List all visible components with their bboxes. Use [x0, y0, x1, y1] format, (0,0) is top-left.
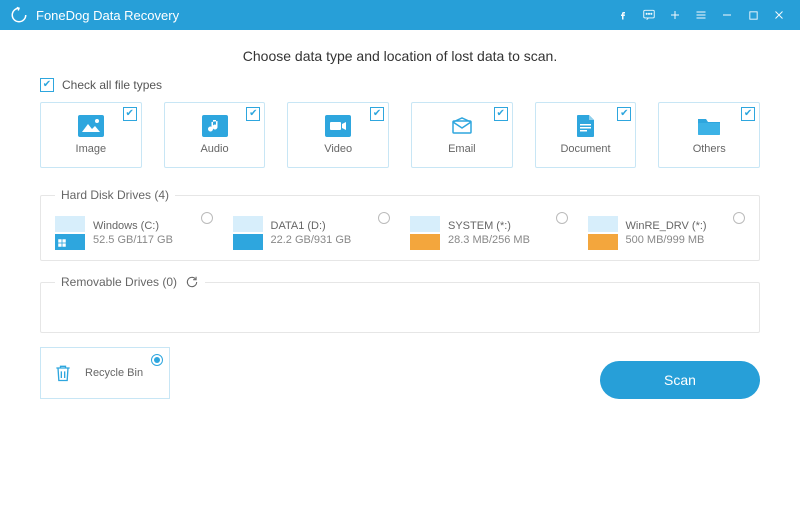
hard-disk-group: Hard Disk Drives (4) Windows (C:) 52.5 GB…	[40, 188, 760, 261]
removable-drives-group: Removable Drives (0)	[40, 275, 760, 333]
file-type-label: Others	[693, 143, 726, 155]
drive-name: Windows (C:)	[93, 220, 173, 232]
check-all-checkbox[interactable]	[40, 78, 54, 92]
file-type-checkbox[interactable]	[123, 107, 137, 121]
drive-icon	[55, 216, 85, 250]
app-logo-icon	[10, 6, 28, 24]
app-title: FoneDog Data Recovery	[36, 8, 610, 23]
drive-radio[interactable]	[201, 212, 213, 224]
drive-item[interactable]: SYSTEM (*:) 28.3 MB/256 MB	[410, 216, 568, 250]
file-type-audio[interactable]: Audio	[164, 102, 266, 168]
drive-item[interactable]: DATA1 (D:) 22.2 GB/931 GB	[233, 216, 391, 250]
minimize-button[interactable]	[714, 0, 740, 30]
facebook-icon[interactable]	[610, 0, 636, 30]
drive-radio[interactable]	[378, 212, 390, 224]
removable-drives-legend: Removable Drives (0)	[55, 275, 205, 289]
file-type-label: Email	[448, 143, 476, 155]
drive-icon	[233, 216, 263, 250]
drive-radio[interactable]	[556, 212, 568, 224]
file-type-email[interactable]: Email	[411, 102, 513, 168]
file-type-video[interactable]: Video	[287, 102, 389, 168]
file-type-label: Video	[324, 143, 352, 155]
refresh-icon[interactable]	[185, 275, 199, 289]
drive-radio[interactable]	[733, 212, 745, 224]
recycle-radio[interactable]	[151, 354, 163, 366]
hard-disk-list: Windows (C:) 52.5 GB/117 GB DATA1 (D:) 22.…	[55, 216, 745, 250]
trash-icon	[51, 361, 75, 385]
file-type-document[interactable]: Document	[535, 102, 637, 168]
file-type-image[interactable]: Image	[40, 102, 142, 168]
drive-capacity: 28.3 MB/256 MB	[448, 234, 530, 246]
drive-item[interactable]: WinRE_DRV (*:) 500 MB/999 MB	[588, 216, 746, 250]
file-type-others[interactable]: Others	[658, 102, 760, 168]
file-type-checkbox[interactable]	[494, 107, 508, 121]
file-type-label: Audio	[200, 143, 228, 155]
audio-icon	[202, 115, 228, 137]
file-type-checkbox[interactable]	[617, 107, 631, 121]
file-type-label: Image	[76, 143, 107, 155]
drive-icon	[588, 216, 618, 250]
drive-capacity: 500 MB/999 MB	[626, 234, 707, 246]
file-type-row: Image Audio Video Email Document Others	[40, 102, 760, 168]
folder-icon	[696, 115, 722, 137]
email-icon	[449, 115, 475, 137]
hard-disk-legend: Hard Disk Drives (4)	[55, 188, 175, 202]
drive-name: WinRE_DRV (*:)	[626, 220, 707, 232]
image-icon	[78, 115, 104, 137]
main-content: Choose data type and location of lost da…	[0, 30, 800, 333]
maximize-button[interactable]	[740, 0, 766, 30]
drive-name: SYSTEM (*:)	[448, 220, 530, 232]
drive-icon	[410, 216, 440, 250]
drive-capacity: 22.2 GB/931 GB	[271, 234, 352, 246]
recycle-label: Recycle Bin	[85, 367, 143, 379]
check-all-label: Check all file types	[62, 78, 162, 92]
page-headline: Choose data type and location of lost da…	[40, 48, 760, 64]
drive-item[interactable]: Windows (C:) 52.5 GB/117 GB	[55, 216, 213, 250]
file-type-checkbox[interactable]	[246, 107, 260, 121]
drive-name: DATA1 (D:)	[271, 220, 352, 232]
add-icon[interactable]	[662, 0, 688, 30]
drive-capacity: 52.5 GB/117 GB	[93, 234, 173, 246]
titlebar: FoneDog Data Recovery	[0, 0, 800, 30]
document-icon	[573, 115, 599, 137]
recycle-bin-option[interactable]: Recycle Bin	[40, 347, 170, 399]
file-type-checkbox[interactable]	[741, 107, 755, 121]
menu-icon[interactable]	[688, 0, 714, 30]
feedback-icon[interactable]	[636, 0, 662, 30]
removable-legend-text: Removable Drives (0)	[61, 275, 177, 289]
check-all-toggle[interactable]: Check all file types	[40, 78, 760, 92]
scan-button[interactable]: Scan	[600, 361, 760, 399]
video-icon	[325, 115, 351, 137]
bottom-bar: Recycle Bin Scan	[0, 347, 800, 413]
file-type-checkbox[interactable]	[370, 107, 384, 121]
file-type-label: Document	[560, 143, 610, 155]
close-button[interactable]	[766, 0, 792, 30]
